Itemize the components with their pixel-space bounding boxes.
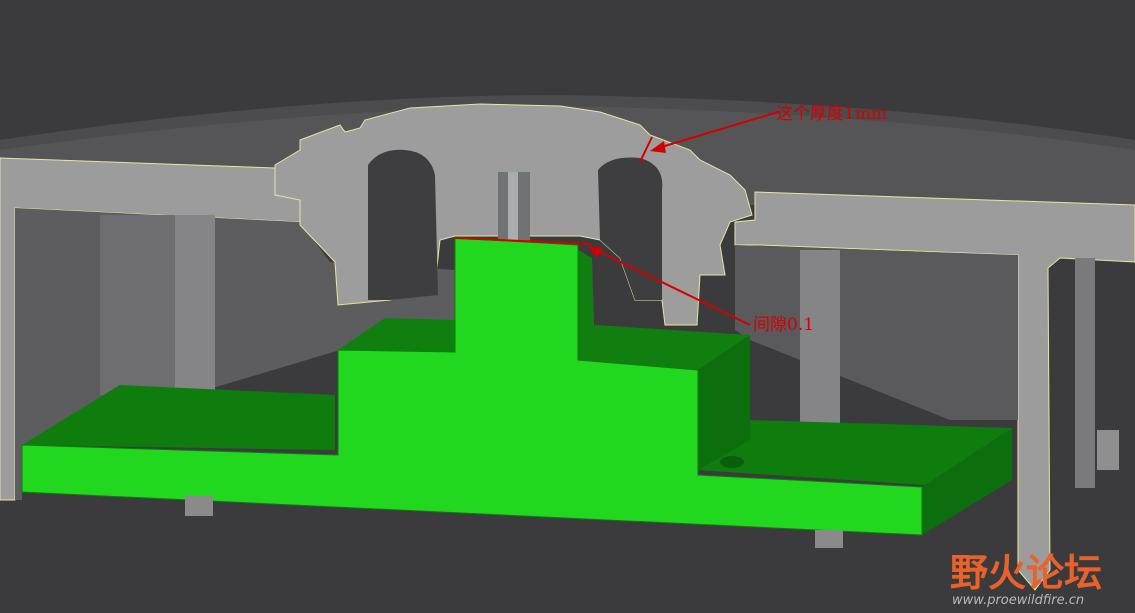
watermark: 野火论坛 www.proewildfire.cn xyxy=(950,551,1102,608)
watermark-url: www.proewildfire.cn xyxy=(952,593,1084,608)
rib-left-1 xyxy=(100,215,175,395)
cad-viewport[interactable]: 这个厚度1mm 间隙0.1 野火论坛 www.proewildfire.cn xyxy=(0,0,1135,613)
green-hole xyxy=(720,456,744,468)
watermark-brand: 野火论坛 xyxy=(950,551,1102,595)
thickness-annotation: 这个厚度1mm xyxy=(776,104,887,124)
bolt-3 xyxy=(1097,430,1119,470)
bolt-1 xyxy=(185,496,213,516)
bolt-2 xyxy=(815,530,843,548)
rib-right-1 xyxy=(800,250,840,425)
cap-pocket-left xyxy=(368,149,438,300)
gap-annotation: 间隙0.1 xyxy=(753,315,814,335)
center-pin-highlight xyxy=(508,172,518,242)
rib-left-2 xyxy=(175,215,215,400)
rib-right-2 xyxy=(1075,258,1095,488)
